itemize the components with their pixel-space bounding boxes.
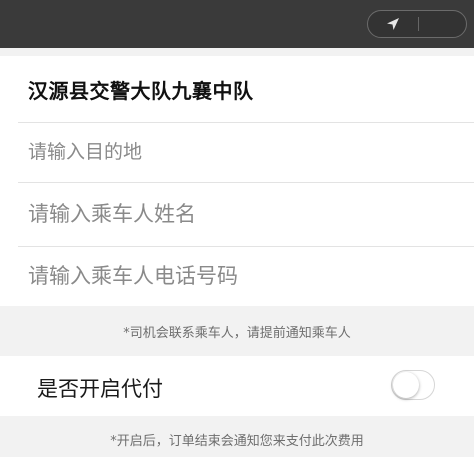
passenger-name-input[interactable] xyxy=(18,201,450,227)
police-unit-title: 汉源县交警大队九襄中队 xyxy=(28,78,254,103)
location-button[interactable] xyxy=(368,11,418,37)
capsule-close-area[interactable] xyxy=(419,11,466,37)
passenger-name-row xyxy=(18,182,474,246)
proxy-pay-row: 是否开启代付 xyxy=(0,356,474,416)
passenger-form: 汉源县交警大队九襄中队 xyxy=(0,56,474,306)
capsule-menu xyxy=(367,10,467,38)
switch-knob xyxy=(393,372,419,398)
title-row: 汉源县交警大队九襄中队 xyxy=(18,56,474,122)
proxy-pay-note: *开启后，订单结束会通知您来支付此次费用 xyxy=(110,434,364,449)
top-bar xyxy=(0,0,474,48)
destination-row xyxy=(18,122,474,182)
destination-input[interactable] xyxy=(18,140,450,164)
location-arrow-icon xyxy=(387,18,399,30)
passenger-phone-input[interactable] xyxy=(18,263,450,289)
proxy-pay-label: 是否开启代付 xyxy=(37,377,163,401)
driver-contact-note: *司机会联系乘车人，请提前通知乘车人 xyxy=(123,326,351,341)
proxy-pay-switch[interactable] xyxy=(391,370,435,400)
passenger-phone-row xyxy=(18,246,474,306)
